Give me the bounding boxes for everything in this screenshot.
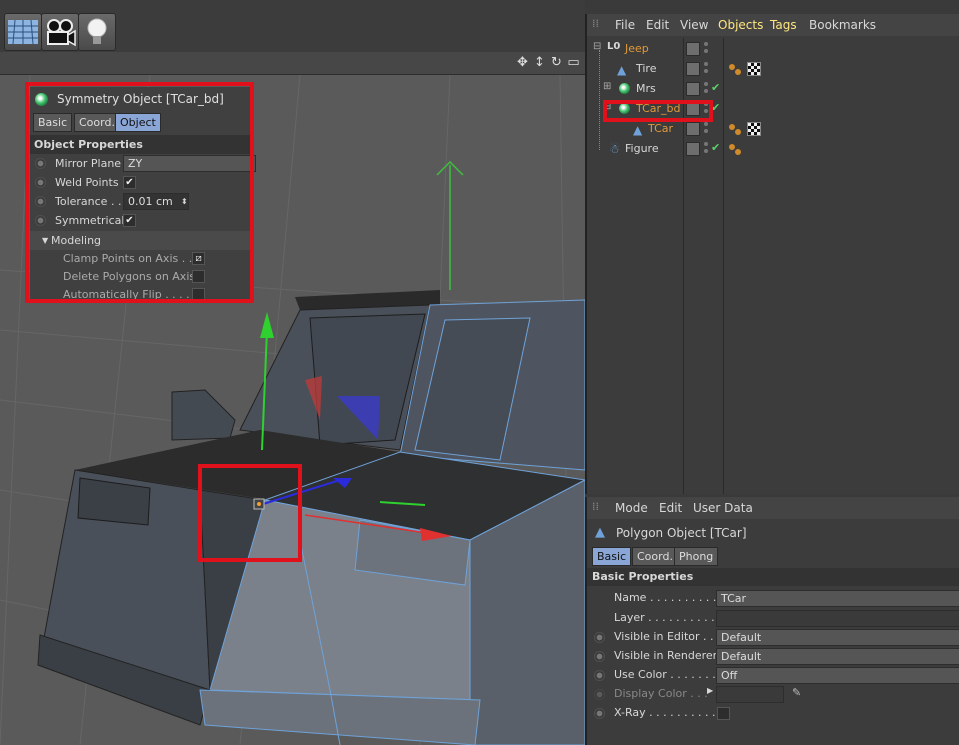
tab-coord[interactable]: Coord. xyxy=(632,547,678,566)
enabled-check-icon[interactable]: ✔ xyxy=(711,141,720,154)
display-color-swatch[interactable] xyxy=(716,686,784,703)
polygon-object-icon: ▲ xyxy=(633,123,643,137)
texture-tag-icon[interactable] xyxy=(747,122,761,136)
maximize-view-icon[interactable]: ▭ xyxy=(566,55,581,70)
tree-line xyxy=(599,50,601,150)
visible-renderer-label: Visible in Renderer xyxy=(614,649,718,662)
null-object-icon: L0 xyxy=(607,41,621,52)
name-label: Name . . . . . . . . . . . xyxy=(614,591,724,604)
light-bulb-icon xyxy=(87,18,107,44)
layer-swatch[interactable] xyxy=(686,122,700,136)
animate-radio[interactable] xyxy=(594,651,605,662)
layer-swatch[interactable] xyxy=(686,42,700,56)
xray-label: X-Ray . . . . . . . . . . . xyxy=(614,706,723,719)
material-tag-icon[interactable] xyxy=(735,149,741,155)
attribute-manager-menu: ⁞⁞ Mode Edit User Data xyxy=(587,497,959,519)
zoom-view-icon[interactable]: ↕ xyxy=(532,55,547,70)
viewport-header: ✥ ↕ ↻ ▭ xyxy=(0,52,585,75)
menu-view[interactable]: View xyxy=(680,18,708,32)
polygon-object-icon: ▲ xyxy=(595,525,605,540)
animate-radio[interactable] xyxy=(594,708,605,719)
object-name[interactable]: Jeep xyxy=(625,42,649,55)
display-color-label: Display Color . . . xyxy=(614,687,708,700)
animate-radio[interactable] xyxy=(594,632,605,643)
object-row-mrs[interactable]: ⊞ Mrs ✔ xyxy=(589,79,959,99)
object-name[interactable]: TCar xyxy=(648,122,673,135)
visible-renderer-dropdown[interactable]: Default xyxy=(716,648,959,665)
grip-icon[interactable]: ⁞⁞ xyxy=(592,17,599,30)
object-name[interactable]: Tire xyxy=(636,62,657,75)
symmetry-panel-highlight xyxy=(25,82,254,303)
menu-objects[interactable]: Objects xyxy=(718,18,763,32)
object-row-tire[interactable]: ▲ Tire xyxy=(589,59,959,79)
material-tag-icon[interactable] xyxy=(735,69,741,75)
object-manager-menu: ⁞⁞ File Edit View Objects Tags Bookmarks xyxy=(587,14,959,36)
floor-grid-button[interactable] xyxy=(4,13,42,51)
symmetry-object-icon xyxy=(619,83,630,94)
visibility-dots[interactable] xyxy=(704,42,708,54)
visible-editor-label: Visible in Editor . . . xyxy=(614,630,721,643)
menu-tags[interactable]: Tags xyxy=(770,18,797,32)
tab-basic[interactable]: Basic xyxy=(592,547,632,566)
move-view-icon[interactable]: ✥ xyxy=(515,55,530,70)
menu-edit[interactable]: Edit xyxy=(646,18,669,32)
visibility-dots[interactable] xyxy=(704,62,708,74)
layer-field[interactable] xyxy=(716,610,959,627)
camera-button[interactable] xyxy=(41,13,79,51)
menu-bookmarks[interactable]: Bookmarks xyxy=(809,18,876,32)
name-input[interactable]: TCar xyxy=(716,590,959,607)
material-tag-icon[interactable] xyxy=(735,129,741,135)
layer-swatch[interactable] xyxy=(686,82,700,96)
visible-editor-dropdown[interactable]: Default xyxy=(716,629,959,646)
animate-radio[interactable] xyxy=(594,689,605,700)
object-row-tcar[interactable]: ▲ TCar xyxy=(589,119,959,139)
rotate-view-icon[interactable]: ↻ xyxy=(549,55,564,70)
object-name[interactable]: Mrs xyxy=(636,82,656,95)
tab-phong[interactable]: Phong xyxy=(674,547,719,566)
figure-object-icon: ☃ xyxy=(609,142,620,156)
enabled-check-icon[interactable]: ✔ xyxy=(711,81,720,94)
menu-file[interactable]: File xyxy=(615,18,635,32)
grid-floor-icon xyxy=(8,19,38,45)
xray-checkbox[interactable] xyxy=(717,707,730,720)
menu-edit[interactable]: Edit xyxy=(659,501,682,515)
material-tag-icon[interactable] xyxy=(729,124,735,130)
layer-swatch[interactable] xyxy=(686,62,700,76)
texture-tag-icon[interactable] xyxy=(747,62,761,76)
visibility-dots[interactable] xyxy=(704,82,708,94)
object-row-figure[interactable]: ☃ Figure ✔ xyxy=(589,139,959,159)
eyedropper-icon[interactable]: ✎ xyxy=(792,686,801,699)
camera-icon xyxy=(47,19,76,47)
layer-label: Layer . . . . . . . . . . . xyxy=(614,611,722,624)
polygon-object-icon: ▲ xyxy=(617,63,627,77)
expand-icon[interactable]: ⊞ xyxy=(603,81,611,92)
menu-user-data[interactable]: User Data xyxy=(693,501,753,515)
use-color-dropdown[interactable]: Off xyxy=(716,667,959,684)
menu-mode[interactable]: Mode xyxy=(615,501,648,515)
grip-icon[interactable]: ⁞⁞ xyxy=(592,500,599,513)
material-tag-icon[interactable] xyxy=(729,64,735,70)
basic-properties-header: Basic Properties xyxy=(587,568,959,586)
expand-arrow-icon[interactable]: ▶ xyxy=(707,686,713,695)
object-name[interactable]: Figure xyxy=(625,142,659,155)
animate-radio[interactable] xyxy=(594,670,605,681)
visibility-dots[interactable] xyxy=(704,142,708,154)
main-toolbar xyxy=(0,0,585,52)
attribute-manager: ⁞⁞ Mode Edit User Data ▲ Polygon Object … xyxy=(585,497,959,745)
object-manager: ⁞⁞ File Edit View Objects Tags Bookmarks… xyxy=(585,14,959,494)
visibility-dots[interactable] xyxy=(704,122,708,134)
layer-swatch[interactable] xyxy=(686,142,700,156)
light-button[interactable] xyxy=(78,13,116,51)
material-tag-icon[interactable] xyxy=(729,144,735,150)
use-color-label: Use Color . . . . . . . . xyxy=(614,668,723,681)
pivot-highlight-box xyxy=(198,464,302,562)
object-title: Polygon Object [TCar] xyxy=(616,526,747,540)
section-label: Basic Properties xyxy=(592,570,694,583)
object-row-jeep[interactable]: ⊟ L0 Jeep xyxy=(589,39,959,59)
